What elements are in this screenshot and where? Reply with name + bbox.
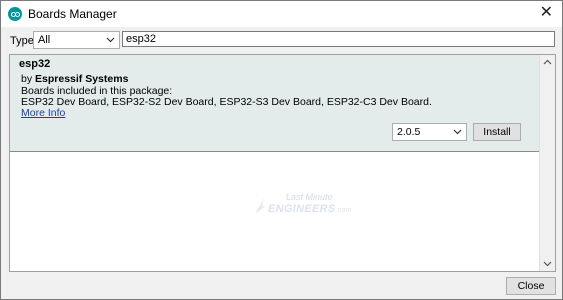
type-dropdown[interactable]: All [33, 31, 120, 49]
more-info-link[interactable]: More Info [21, 107, 65, 119]
watermark-mark-icon [256, 198, 265, 213]
watermark-line1: Last Minute [286, 192, 333, 202]
watermark-logo: Last Minute ENGINEERS.com [254, 190, 364, 220]
boards-list-text: ESP32 Dev Board, ESP32-S2 Dev Board, ESP… [21, 96, 432, 108]
window-close-icon[interactable]: ✕ [540, 4, 553, 22]
author-prefix: by [21, 73, 36, 85]
watermark-brand: ENGINEERS [268, 203, 336, 215]
boards-manager-window: Boards Manager ✕ Type All esp32 by Espre… [0, 0, 563, 300]
version-dropdown[interactable]: 2.0.5 [392, 123, 467, 141]
type-dropdown-value: All [38, 34, 51, 46]
watermark-suffix: .com [335, 207, 352, 214]
type-label: Type [10, 35, 34, 47]
package-name: esp32 [19, 58, 51, 70]
package-author-line: by Espressif Systems [21, 73, 128, 85]
chevron-down-icon [106, 37, 115, 43]
package-author: Espressif Systems [35, 73, 129, 85]
filter-bar: Type All [1, 27, 562, 53]
board-package-entry[interactable]: esp32 by Espressif Systems Boards includ… [10, 55, 540, 152]
vertical-scrollbar[interactable] [539, 55, 555, 271]
scroll-down-arrow-icon[interactable] [543, 259, 552, 268]
chevron-down-icon [453, 129, 462, 135]
title-bar: Boards Manager ✕ [1, 1, 562, 27]
close-button[interactable]: Close [506, 277, 556, 295]
boards-list: esp32 by Espressif Systems Boards includ… [9, 54, 556, 272]
window-title: Boards Manager [28, 7, 117, 21]
install-button[interactable]: Install [473, 123, 521, 141]
arduino-logo-icon [8, 7, 22, 21]
version-dropdown-value: 2.0.5 [397, 126, 421, 138]
watermark-line2: ENGINEERS.com [268, 203, 352, 215]
search-input[interactable] [122, 31, 555, 47]
scroll-up-arrow-icon[interactable] [543, 58, 552, 67]
